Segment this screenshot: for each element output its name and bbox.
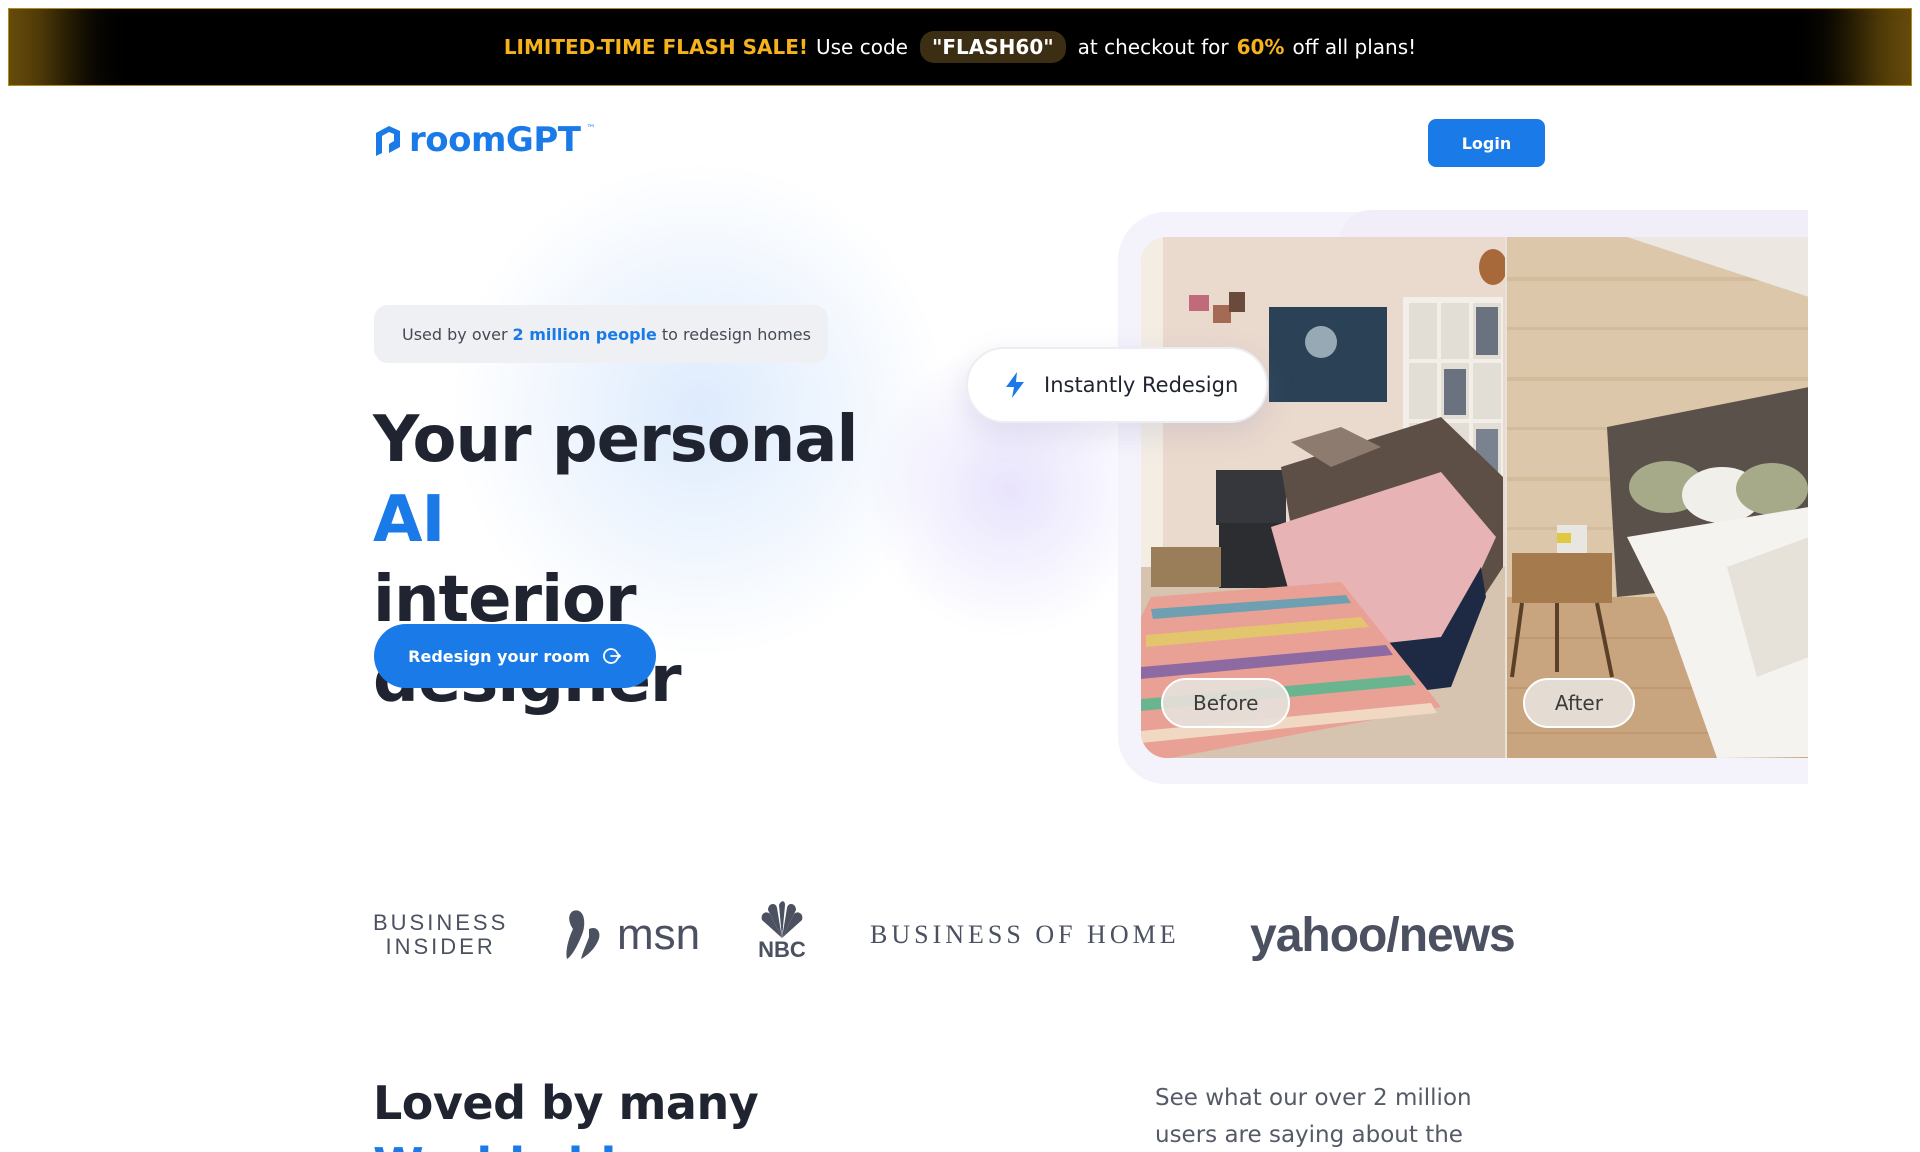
badge-prefix: Used by over [402,324,508,344]
promo-off-all: off all plans! [1292,35,1417,59]
yahoo-news-text: yahoo/news [1250,908,1516,962]
business-insider-line1: BUSINESS [373,910,509,935]
promo-at-checkout: at checkout for [1077,35,1229,59]
msn-text: msn [617,910,701,959]
roomgpt-house-icon [376,126,400,156]
after-label: After [1522,678,1635,728]
promo-banner: LIMITED-TIME FLASH SALE! Use code "FLASH… [8,8,1912,86]
redirect-arrow-icon [602,648,622,664]
msn-logo: msn [563,900,700,970]
redesign-room-button[interactable]: Redesign your room [374,624,656,688]
logo-text: roomGPT [409,120,581,160]
promo-percent: 60% [1236,35,1285,59]
yahoo-news-logo: yahoo/news [1250,900,1516,970]
badge-suffix: to redesign homes [661,324,811,344]
business-of-home-text: BUSINESS OF HOME [870,920,1180,949]
login-button[interactable]: Login [1428,119,1545,167]
instantly-redesign-pill: Instantly Redesign [966,347,1268,423]
testimonials-subtitle: See what our over 2 million users are sa… [1155,1085,1472,1148]
roomgpt-logo[interactable]: roomGPT ™ [373,120,595,160]
promo-code-badge: "FLASH60" [919,31,1066,63]
nbc-peacock-icon [761,901,803,938]
usage-badge: Used by over 2 million people to redesig… [374,305,828,363]
cta-label: Redesign your room [408,646,590,666]
headline-part1: Your personal [373,403,858,477]
business-of-home-logo: BUSINESS OF HOME [870,900,1180,970]
before-after-image: Before After [1141,237,1808,758]
nbc-logo: NBC [752,900,812,970]
msn-butterfly-icon [566,910,600,959]
testimonials-title-accent: Worldwide [373,1138,647,1152]
lightning-icon [1006,372,1024,398]
before-room-image: Before [1141,237,1505,758]
after-label-text: After [1554,691,1603,715]
business-insider-line2: INSIDER [385,934,496,959]
promo-sale-label: LIMITED-TIME FLASH SALE! [503,35,808,59]
logo-trademark: ™ [586,124,596,134]
instant-label: Instantly Redesign [1044,373,1239,397]
badge-highlight: 2 million people [512,324,657,344]
nbc-text: NBC [758,937,806,962]
testimonials-title: Loved by many [373,1076,759,1130]
before-label: Before [1161,678,1291,728]
business-insider-logo: BUSINESS INSIDER [373,900,508,970]
after-room-image: After [1506,237,1808,758]
before-label-text: Before [1193,691,1259,715]
promo-use-code: Use code [816,35,908,59]
headline-ai: AI [373,483,445,557]
